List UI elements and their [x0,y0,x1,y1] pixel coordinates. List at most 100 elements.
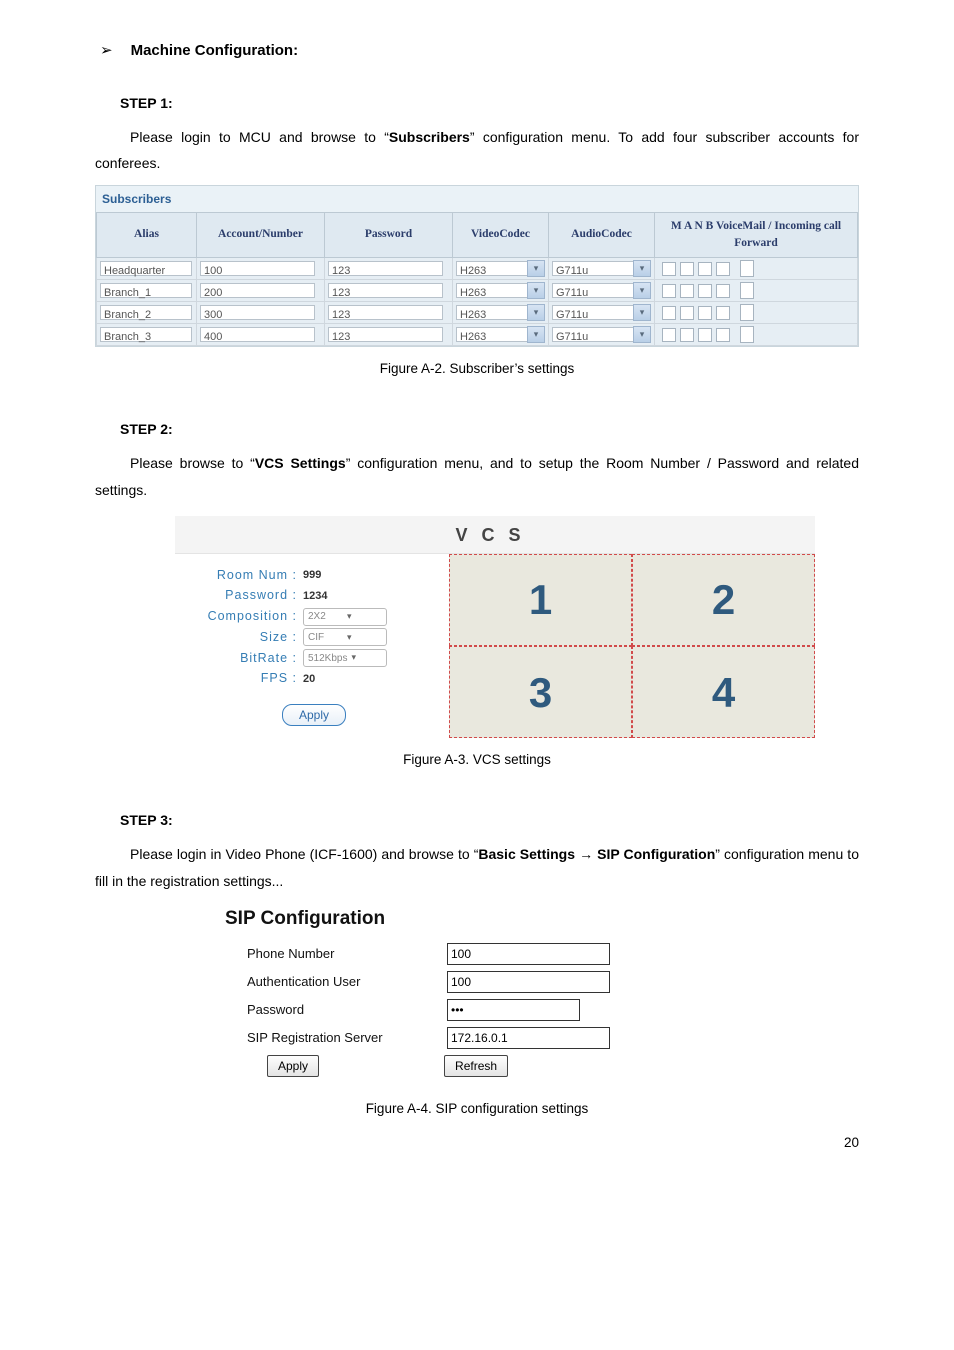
th-audiocodec: AudioCodec [549,212,655,258]
password-value[interactable]: 1234 [303,588,327,605]
step1-bold: Subscribers [389,129,470,145]
audiocodec-select[interactable]: G711u▾ [552,260,651,277]
forward-input[interactable] [740,260,754,277]
flag-n-checkbox[interactable] [698,284,712,298]
figure-a4-caption: Figure A-4. SIP configuration settings [95,1099,859,1119]
sip-apply-button[interactable]: Apply [267,1055,319,1077]
flag-a-checkbox[interactable] [680,328,694,342]
password-input[interactable]: 123 [328,327,443,342]
section-heading: ➢ Machine Configuration: [100,40,859,63]
subscribers-title: Subscribers [96,186,858,212]
sip-password-label: Password [225,1000,447,1020]
account-input[interactable]: 400 [200,327,315,342]
layout-cell-4: 4 [632,646,815,738]
videocodec-select[interactable]: H263▾ [456,282,545,299]
composition-select[interactable]: 2X2▾ [303,608,387,626]
step1-before: Please login to MCU and browse to “ [130,129,389,145]
chevron-down-icon: ▾ [633,260,651,277]
sip-password-input[interactable]: ••• [447,999,580,1021]
step3-label: STEP 3: [120,810,859,831]
layout-cell-2: 2 [632,554,815,646]
flag-b-checkbox[interactable] [716,284,730,298]
size-label: Size : [189,628,303,647]
flag-a-checkbox[interactable] [680,262,694,276]
flags-row [658,260,854,277]
server-input[interactable]: 172.16.0.1 [447,1027,610,1049]
videocodec-select[interactable]: H263▾ [456,260,545,277]
audiocodec-select[interactable]: G711u▾ [552,304,651,321]
chevron-down-icon: ▾ [343,610,386,624]
layout-cell-1: 1 [449,554,632,646]
phone-input[interactable]: 100 [447,943,610,965]
forward-input[interactable] [740,282,754,299]
chevron-down-icon: ▾ [633,282,651,299]
chevron-down-icon: ▾ [633,304,651,321]
bitrate-select[interactable]: 512Kbps▾ [303,649,387,667]
flag-a-checkbox[interactable] [680,306,694,320]
chevron-down-icon: ▾ [527,282,545,299]
alias-input[interactable]: Headquarter [100,261,192,276]
vcs-apply-button[interactable]: Apply [282,704,346,726]
chevron-down-icon: ▾ [527,304,545,321]
room-label: Room Num : [189,566,303,585]
vcs-form: Room Num :999 Password :1234 Composition… [175,554,449,739]
flags-row [658,282,854,299]
th-account: Account/Number [197,212,325,258]
flags-row [658,326,854,343]
forward-input[interactable] [740,304,754,321]
layout-cell-3: 3 [449,646,632,738]
chevron-down-icon: ▾ [527,326,545,343]
step3-bold: Basic Settings → SIP Configuration [478,846,715,862]
audiocodec-select[interactable]: G711u▾ [552,282,651,299]
forward-input[interactable] [740,326,754,343]
table-row: Branch_2 300 123 H263▾ G711u▾ [97,302,858,324]
bullet-arrow-icon: ➢ [100,40,113,63]
step2-bold: VCS Settings [255,455,346,471]
size-select[interactable]: CIF▾ [303,628,387,646]
flag-m-checkbox[interactable] [662,262,676,276]
auth-label: Authentication User [225,972,447,992]
flag-b-checkbox[interactable] [716,306,730,320]
vcs-title: VCS [175,516,815,554]
step1-label: STEP 1: [120,93,859,114]
flag-n-checkbox[interactable] [698,328,712,342]
fps-value[interactable]: 20 [303,671,315,688]
alias-input[interactable]: Branch_3 [100,327,192,342]
th-password: Password [325,212,453,258]
password-input[interactable]: 123 [328,305,443,320]
flag-n-checkbox[interactable] [698,306,712,320]
alias-input[interactable]: Branch_2 [100,305,192,320]
th-flags: M A N B VoiceMail / Incoming call Forwar… [655,212,858,258]
flag-m-checkbox[interactable] [662,328,676,342]
videocodec-select[interactable]: H263▾ [456,326,545,343]
server-label: SIP Registration Server [225,1028,447,1048]
flag-m-checkbox[interactable] [662,306,676,320]
composition-label: Composition : [189,607,303,626]
alias-input[interactable]: Branch_1 [100,283,192,298]
room-value[interactable]: 999 [303,567,321,584]
table-row: Branch_3 400 123 H263▾ G711u▾ [97,324,858,346]
password-input[interactable]: 123 [328,283,443,298]
step1-text: Please login to MCU and browse to “Subsc… [95,124,859,177]
flag-m-checkbox[interactable] [662,284,676,298]
vcs-panel: VCS Room Num :999 Password :1234 Composi… [175,516,815,739]
account-input[interactable]: 100 [200,261,315,276]
password-input[interactable]: 123 [328,261,443,276]
subscribers-table: Alias Account/Number Password VideoCodec… [96,212,858,347]
account-input[interactable]: 300 [200,305,315,320]
th-alias: Alias [97,212,197,258]
step3-before: Please login in Video Phone (ICF-1600) a… [130,846,478,862]
flag-b-checkbox[interactable] [716,328,730,342]
audiocodec-select[interactable]: G711u▾ [552,326,651,343]
th-videocodec: VideoCodec [453,212,549,258]
step2-before: Please browse to “ [130,455,255,471]
account-input[interactable]: 200 [200,283,315,298]
flag-n-checkbox[interactable] [698,262,712,276]
chevron-down-icon: ▾ [347,651,386,665]
step2-text: Please browse to “VCS Settings” configur… [95,450,859,503]
flag-b-checkbox[interactable] [716,262,730,276]
auth-input[interactable]: 100 [447,971,610,993]
flag-a-checkbox[interactable] [680,284,694,298]
videocodec-select[interactable]: H263▾ [456,304,545,321]
sip-refresh-button[interactable]: Refresh [444,1055,508,1077]
